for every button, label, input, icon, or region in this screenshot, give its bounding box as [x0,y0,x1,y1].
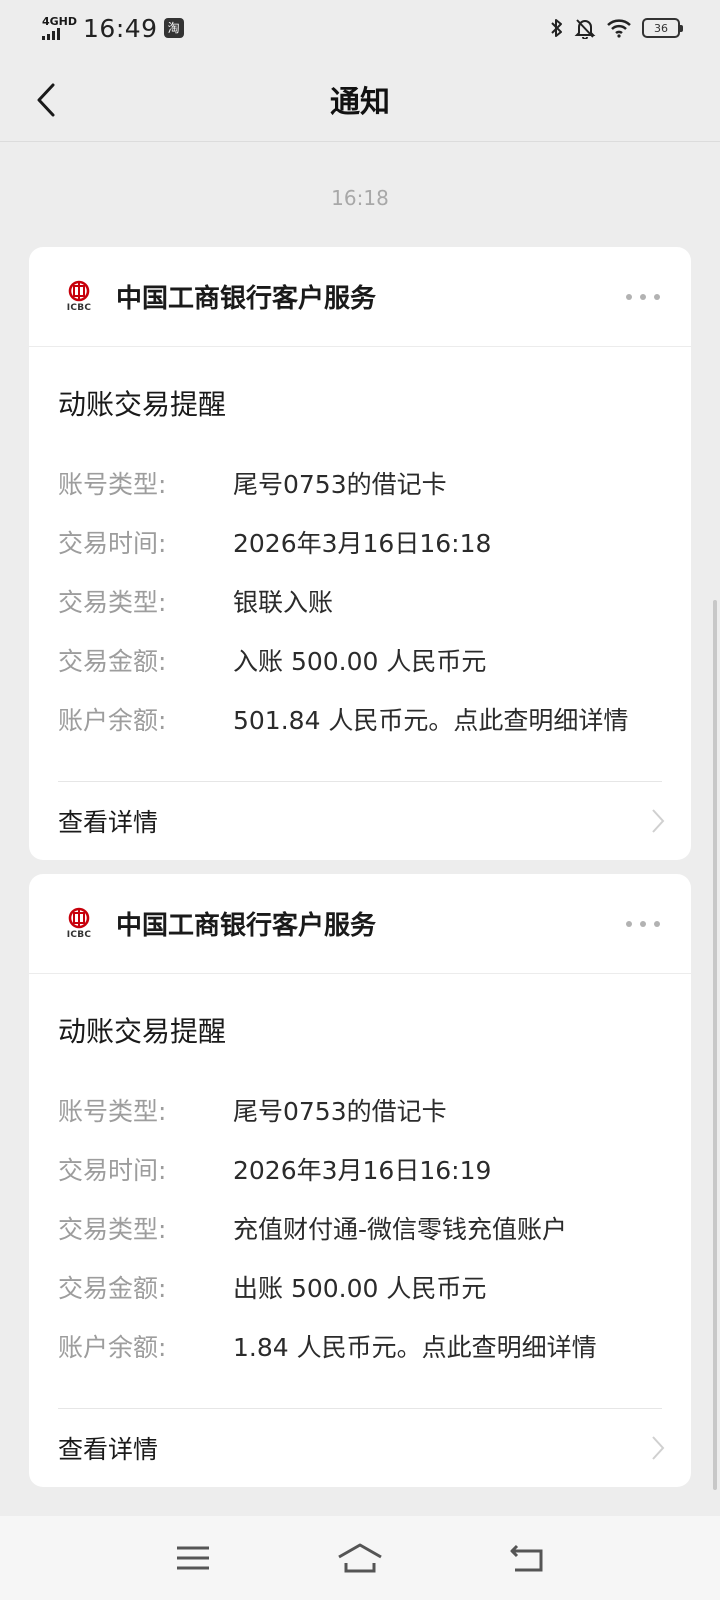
mute-bell-icon [574,19,596,39]
bluetooth-icon [551,19,562,37]
page-title: 通知 [330,84,390,120]
balance-link[interactable]: 501.84 人民币元。点此查明细详情 [233,701,628,737]
detail-label: 账户余额: [58,706,167,735]
status-bar: 4GHD 16:49 淘 36 [0,0,720,56]
detail-value: 尾号0753的借记卡 [233,1097,447,1126]
scrollbar[interactable] [713,600,717,1490]
battery-level: 36 [654,21,668,35]
detail-label: 账号类型: [58,470,167,499]
detail-row-balance[interactable]: 账户余额: 501.84 人民币元。点此查明细详情 [58,701,678,760]
detail-label: 交易金额: [58,647,167,676]
detail-row-time: 交易时间: 2026年3月16日16:18 [58,524,678,583]
status-time: 16:49 [83,13,158,43]
detail-value: 入账 500.00 人民币元 [233,647,487,676]
detail-row-amount: 交易金额: 出账 500.00 人民币元 [58,1269,678,1328]
detail-label: 交易金额: [58,1274,167,1303]
detail-row-account-type: 账号类型: 尾号0753的借记卡 [58,1092,678,1151]
taobao-app-icon: 淘 [163,18,184,38]
detail-value: 银联入账 [233,588,334,617]
message-timestamp: 16:18 [331,186,389,210]
view-details-link[interactable]: 查看详情 [29,782,691,860]
status-right: 36 [550,17,683,39]
home-button[interactable] [330,1533,390,1583]
detail-label: 交易时间: [58,1156,167,1185]
detail-row-time: 交易时间: 2026年3月16日16:19 [58,1151,678,1210]
more-options-button[interactable] [623,914,663,934]
more-dots-icon [626,293,632,300]
more-dots-icon [626,920,632,927]
menu-icon [177,1546,210,1570]
chevron-left-icon [37,83,55,117]
detail-label: 账户余额: [58,1333,167,1362]
icbc-emblem-icon [68,907,90,929]
detail-value: 充值财付通-微信零钱充值账户 [233,1215,568,1244]
detail-value: 出账 500.00 人民币元 [233,1274,487,1303]
notification-card[interactable]: ICBC 中国工商银行客户服务 动账交易提醒 账号类型: 尾号0753的借记卡 … [29,874,691,1487]
chevron-right-icon [652,1436,665,1460]
icbc-logo-text: ICBC [66,303,92,313]
icbc-logo-text: ICBC [66,930,92,940]
detail-value: 2026年3月16日16:19 [233,1156,492,1185]
detail-label: 交易类型: [58,588,167,617]
view-details-link[interactable]: 查看详情 [29,1409,691,1487]
icbc-emblem-icon [68,280,90,302]
back-button[interactable] [26,78,66,122]
signal-icon [42,27,60,40]
transaction-details: 账号类型: 尾号0753的借记卡 交易时间: 2026年3月16日16:19 交… [58,1092,678,1387]
system-nav-bar [0,1516,720,1600]
detail-label: 交易类型: [58,1215,167,1244]
more-options-button[interactable] [623,287,663,307]
notification-card[interactable]: ICBC 中国工商银行客户服务 动账交易提醒 账号类型: 尾号0753的借记卡 … [29,247,691,860]
detail-row-amount: 交易金额: 入账 500.00 人民币元 [58,642,678,701]
icbc-logo: ICBC [59,277,99,317]
balance-link[interactable]: 1.84 人民币元。点此查明细详情 [233,1328,597,1364]
detail-row-type: 交易类型: 充值财付通-微信零钱充值账户 [58,1210,678,1269]
nav-bar: 通知 [0,56,720,142]
view-details-label: 查看详情 [58,808,159,837]
network-type: 4GHD [42,14,78,28]
detail-row-type: 交易类型: 银联入账 [58,583,678,642]
home-icon [338,1543,382,1573]
view-details-label: 查看详情 [58,1435,159,1464]
chevron-right-icon [652,809,665,833]
detail-value: 2026年3月16日16:18 [233,529,492,558]
detail-label: 账号类型: [58,1097,167,1126]
detail-row-balance[interactable]: 账户余额: 1.84 人民币元。点此查明细详情 [58,1328,678,1387]
transaction-details: 账号类型: 尾号0753的借记卡 交易时间: 2026年3月16日16:18 交… [58,465,678,760]
notification-title: 动账交易提醒 [58,388,227,421]
wifi-icon [607,19,631,38]
sender-name: 中国工商银行客户服务 [116,911,377,941]
menu-button[interactable] [163,1533,223,1583]
icbc-logo: ICBC [59,904,99,944]
card-header: ICBC 中国工商银行客户服务 [29,247,691,347]
detail-row-account-type: 账号类型: 尾号0753的借记卡 [58,465,678,524]
battery-icon: 36 [642,18,683,38]
detail-value: 尾号0753的借记卡 [233,470,447,499]
notification-title: 动账交易提醒 [58,1015,227,1048]
back-icon [510,1544,543,1572]
network-indicator: 4GHD [42,14,78,40]
detail-label: 交易时间: [58,529,167,558]
card-header: ICBC 中国工商银行客户服务 [29,874,691,974]
sender-name: 中国工商银行客户服务 [116,284,377,314]
status-left: 4GHD 16:49 淘 [42,14,184,43]
back-nav-button[interactable] [497,1533,557,1583]
